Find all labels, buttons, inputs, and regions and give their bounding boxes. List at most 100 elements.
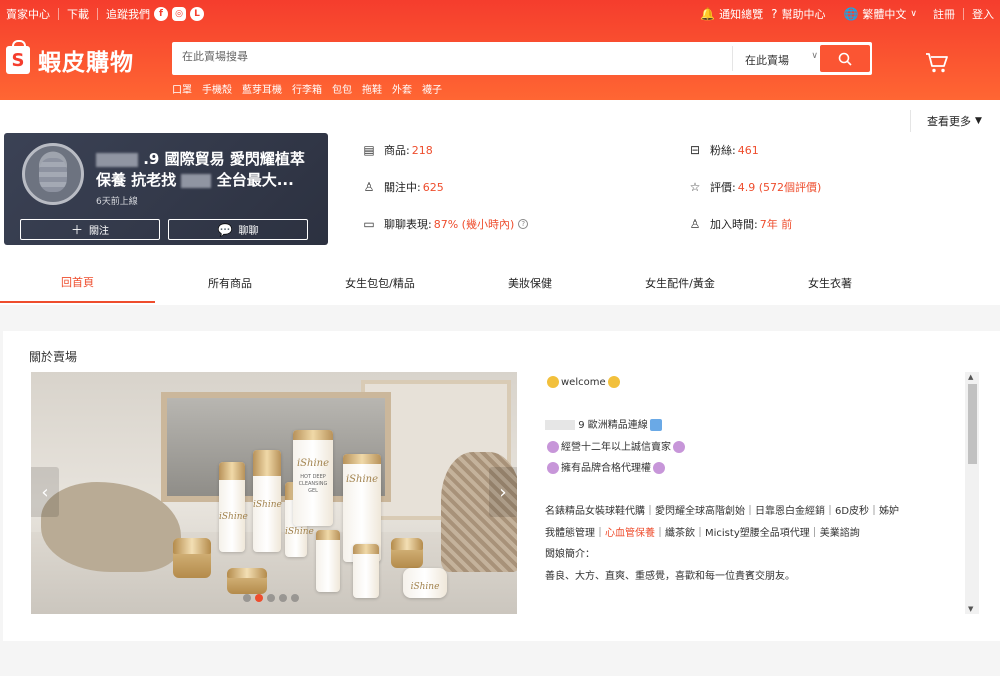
divider [97,8,98,20]
caret-down-icon: ▼ [975,116,982,126]
facebook-icon[interactable]: f [154,7,168,21]
tab-3[interactable]: 美妝保健 [455,263,605,303]
product-bottle: iShine [219,462,248,552]
product-label: HOT DEEP CLEANSING GEL [293,474,333,495]
help-center-link[interactable]: ? 幫助中心 [771,6,825,22]
chevron-right-icon: › [499,481,507,503]
download-link[interactable]: 下載 [67,6,89,22]
product-jar: iShine [403,568,447,598]
hot-keyword-link[interactable]: 行李箱 [292,81,322,96]
crown-emoji-icon [547,376,559,388]
scroll-down-icon[interactable]: ▼ [968,605,973,613]
carousel-prev-button[interactable]: ‹ [31,467,59,517]
follow-button[interactable]: ＋ 關注 [20,219,160,240]
stat-products: ▤ 商品: 218 [362,142,432,158]
product-jar [227,568,267,594]
register-link[interactable]: 註冊 [933,6,955,22]
product-label-line: GEL [308,488,318,494]
chat-button[interactable]: 💬 聊聊 [168,219,308,240]
desc-line: welcome [545,372,965,394]
help-label: 幫助中心 [781,8,826,21]
last-seen: 6天前上線 [96,197,138,207]
tab-more-dropdown[interactable]: 查看更多 ▼ [910,110,982,132]
desc-line: 9 歐洲精品連線 [545,415,965,437]
banner-carousel[interactable]: iShine iShine iShine iShine HOT DEEP CLE… [31,372,517,614]
carousel-dot[interactable] [267,594,275,602]
carousel-dot[interactable] [279,594,287,602]
hot-keywords: 口罩 手機殼 藍芽耳機 行李箱 包包 拖鞋 外套 襪子 [172,81,452,96]
shop-name-line1: .9 國際貿易 愛閃耀植萃 [143,150,305,168]
desc-line: 名錶精品女裝球鞋代購｜愛閃耀全球高階創始｜日靠恩白金經銷｜6D皮秒｜姊妒 [545,506,900,517]
carousel-dots [243,594,303,602]
stat-value: 461 [737,143,759,157]
shop-tabs: 回首頁 所有商品 女生包包/精品 美妝保健 女生配件/黃金 女生衣著 [0,263,1000,305]
person-emoji-icon [673,440,685,453]
language-selector[interactable]: 🌐 繁體中文 ∨ [843,6,917,22]
hot-keyword-link[interactable]: 外套 [392,81,412,96]
tab-4[interactable]: 女生配件/黃金 [605,263,755,303]
product-bottle [353,544,379,598]
line-icon[interactable]: L [190,7,204,21]
stat-value: 625 [422,180,444,194]
hot-keyword-link[interactable]: 襪子 [422,81,442,96]
instagram-icon[interactable]: ◎ [172,7,186,21]
globe-icon: 🌐 [843,7,859,21]
desc-line: 闆娘簡介： [545,549,595,560]
notifications-link[interactable]: 🔔 通知總覽 [700,6,763,22]
divider [58,8,59,20]
carousel-dot[interactable] [291,594,299,602]
help-circle-icon[interactable]: ? [518,219,529,229]
cart-icon [926,53,948,73]
crown-emoji-icon [607,376,620,388]
followers-icon: ⊟ [689,143,701,157]
stat-label: 商品: [384,144,410,157]
top-navbar: 賣家中心 下載 追蹤我們 f ◎ L 🔔 通知總覽 ? 幫助中心 🌐 繁體中文 … [0,0,1000,28]
tab-5[interactable]: 女生衣著 [755,263,905,303]
search-button[interactable] [820,45,870,72]
scroll-up-icon[interactable]: ▲ [968,373,973,381]
stat-followers: ⊟ 粉絲: 461 [688,142,759,158]
seller-center-link[interactable]: 賣家中心 [6,6,50,22]
stat-chat-performance: ▭ 聊聊表現: 87% (幾小時內) ? [362,216,529,232]
product-tube: iShine HOT DEEP CLEANSING GEL [293,430,333,526]
tab-0[interactable]: 回首頁 [0,263,155,303]
search-input[interactable] [182,50,722,63]
person-emoji-icon [547,462,559,474]
shop-info-section: .9 國際貿易 愛閃耀植萃 保養 抗老找 全台最大... 6天前上線 ＋ 關注 … [0,100,1000,305]
description-scrollbar[interactable]: ▲ ▼ [965,372,979,614]
header: 賣家中心 下載 追蹤我們 f ◎ L 🔔 通知總覽 ? 幫助中心 🌐 繁體中文 … [0,0,1000,100]
redacted-text [96,152,138,167]
person-emoji-icon [547,440,559,453]
avatar[interactable] [22,143,84,205]
product-brand-text: iShine [219,512,248,522]
hot-keyword-link[interactable]: 口罩 [172,81,192,96]
tab-1[interactable]: 所有商品 [155,263,305,303]
carousel-dot[interactable] [243,594,251,602]
hot-keyword-link[interactable]: 包包 [332,81,352,96]
product-brand-text: iShine [285,527,314,537]
shopee-logo[interactable]: S 蝦皮購物 [6,40,134,77]
login-link[interactable]: 登入 [972,6,994,22]
stat-value: 7年 前 [759,218,793,231]
chat-label: 聊聊 [238,226,259,237]
carousel-next-button[interactable]: › [489,467,517,517]
product-brand-text: iShine [253,500,282,510]
hot-keyword-link[interactable]: 手機殼 [202,81,232,96]
cart-button[interactable] [925,52,949,74]
carousel-dot[interactable] [255,594,263,602]
hot-keyword-link[interactable]: 藍芽耳機 [242,81,282,96]
product-brand-text: iShine [296,458,330,469]
stat-value: 87% (幾小時內) [433,218,515,231]
divider [963,8,964,20]
scrollbar-thumb[interactable] [968,384,977,464]
chevron-left-icon: ‹ [41,481,49,503]
search-scope-select[interactable]: 在此賣場 ∨ [732,46,822,71]
shop-name-line2b: 全台最大... [216,171,294,189]
airplane-emoji-icon [649,419,662,431]
hot-keyword-link[interactable]: 拖鞋 [362,81,382,96]
chat-icon: 💬 [217,222,233,237]
chevron-down-icon: ∨ [910,9,917,19]
stat-label: 加入時間: [710,218,758,231]
tab-2[interactable]: 女生包包/精品 [305,263,455,303]
product-brand-text: iShine [345,474,379,485]
